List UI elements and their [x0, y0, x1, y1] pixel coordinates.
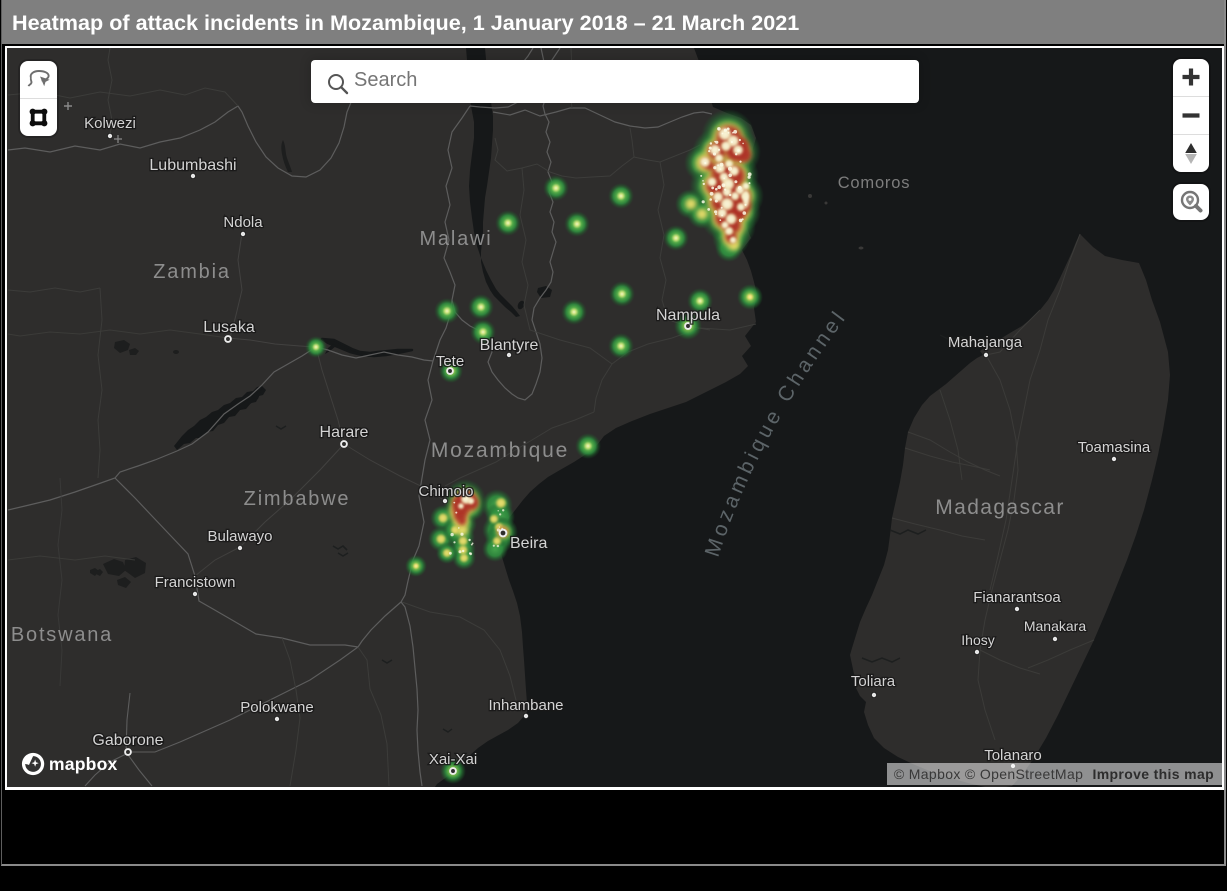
svg-text:Lusaka: Lusaka — [203, 319, 255, 336]
svg-text:Comoros: Comoros — [838, 174, 911, 192]
svg-text:Xai-Xai: Xai-Xai — [429, 751, 477, 768]
svg-text:Zambia: Zambia — [153, 261, 231, 283]
svg-text:Bulawayo: Bulawayo — [207, 528, 272, 545]
svg-text:Tolanaro: Tolanaro — [984, 747, 1042, 764]
svg-text:Beira: Beira — [510, 535, 547, 552]
svg-text:Mozambique: Mozambique — [431, 439, 569, 462]
svg-text:Ndola: Ndola — [223, 214, 263, 231]
svg-text:Ihosy: Ihosy — [961, 632, 994, 648]
svg-text:Zimbabwe: Zimbabwe — [244, 488, 351, 510]
svg-text:Gaborone: Gaborone — [92, 732, 163, 749]
svg-text:Manakara: Manakara — [1024, 618, 1086, 634]
svg-text:Madagascar: Madagascar — [935, 496, 1065, 519]
svg-text:Polokwane: Polokwane — [240, 699, 313, 716]
svg-text:Lubumbashi: Lubumbashi — [149, 157, 236, 174]
svg-text:Francistown: Francistown — [155, 574, 236, 591]
svg-text:Botswana: Botswana — [11, 624, 113, 646]
svg-text:Tete: Tete — [436, 353, 464, 370]
svg-text:Chimoio: Chimoio — [418, 483, 473, 500]
svg-text:Toamasina: Toamasina — [1078, 439, 1151, 456]
svg-text:Inhambane: Inhambane — [488, 697, 563, 714]
svg-text:Mahajanga: Mahajanga — [948, 334, 1023, 351]
svg-text:Nampula: Nampula — [656, 307, 720, 324]
svg-text:Malawi: Malawi — [419, 228, 492, 250]
svg-text:Fianarantsoa: Fianarantsoa — [973, 589, 1061, 606]
svg-text:Toliara: Toliara — [851, 673, 896, 690]
svg-text:Blantyre: Blantyre — [480, 337, 539, 354]
svg-text:Kolwezi: Kolwezi — [84, 115, 136, 132]
svg-text:mapbox: mapbox — [49, 754, 118, 774]
svg-text:Harare: Harare — [320, 424, 369, 441]
